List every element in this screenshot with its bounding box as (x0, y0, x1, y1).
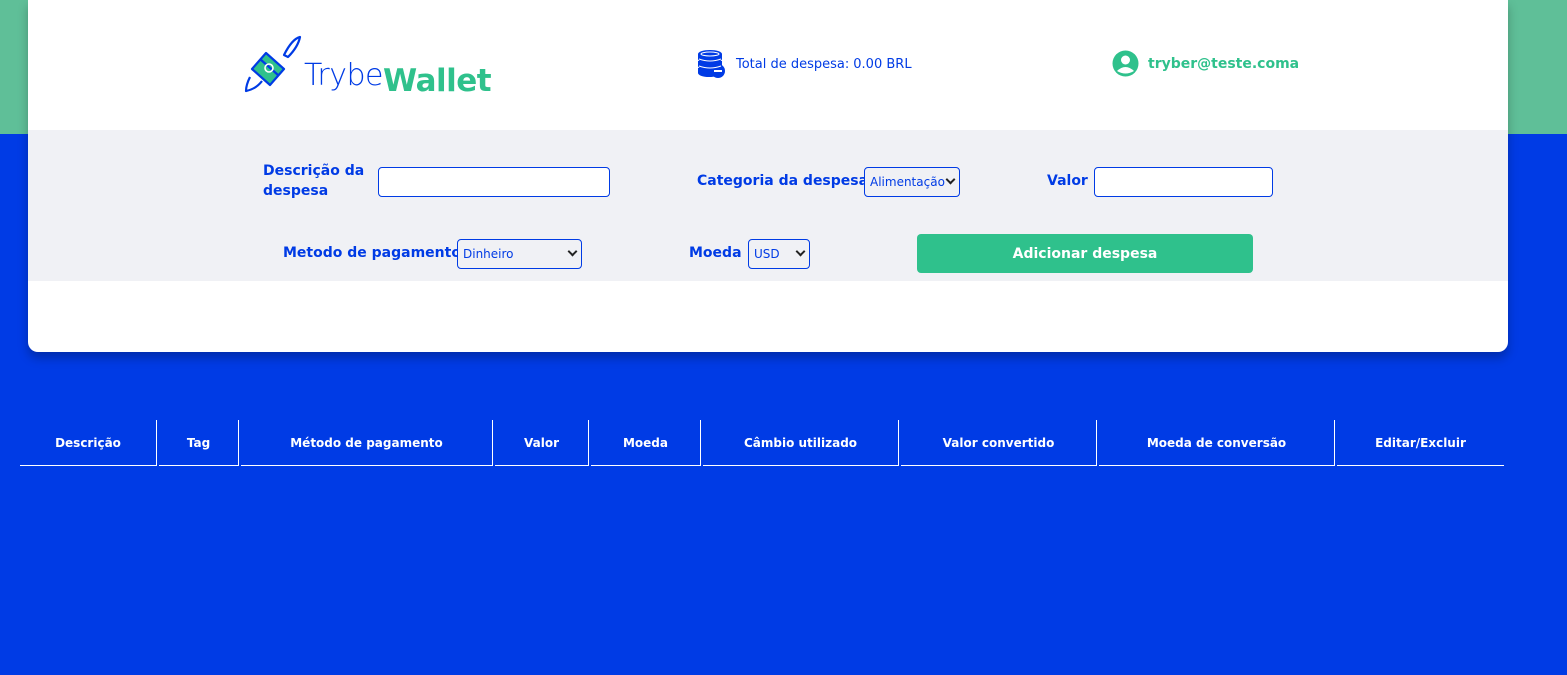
header-cell-conversion-currency: Moeda de conversão (1099, 420, 1335, 466)
wallet-logo-icon (244, 35, 302, 93)
value-input[interactable] (1094, 167, 1273, 197)
header-cell-payment-method: Método de pagamento (241, 420, 493, 466)
header-cell-currency: Moeda (591, 420, 701, 466)
user-info: tryber@teste.coma (1112, 50, 1299, 77)
payment-selected: Dinheiro (463, 247, 514, 261)
header-cell-value: Valor (495, 420, 589, 466)
user-avatar-icon (1112, 50, 1139, 77)
header-cell-tag: Tag (159, 420, 239, 466)
logo-trybe-text: Trybe (304, 58, 384, 93)
expense-form: Descrição da despesa Categoria da despes… (28, 130, 1508, 281)
total-expense: Total de despesa: 0.00 BRL (696, 48, 912, 80)
header-cell-edit-delete: Editar/Excluir (1337, 420, 1504, 466)
currency-select[interactable]: USD (748, 239, 810, 269)
description-label: Descrição da despesa (263, 163, 365, 199)
chevron-down-icon (945, 174, 956, 185)
payment-select[interactable]: Dinheiro (457, 239, 582, 269)
total-currency: BRL (886, 56, 912, 72)
description-input[interactable] (378, 167, 610, 197)
coins-icon (698, 50, 725, 78)
payment-label: Metodo de pagamento (283, 245, 461, 261)
chevron-down-icon (795, 246, 806, 257)
header-cell-converted-value: Valor convertido (901, 420, 1097, 466)
currency-selected: USD (754, 247, 780, 261)
total-label: Total de despesa: (736, 56, 850, 72)
trybe-wallet-logo: TrybeWallet (244, 33, 492, 97)
header-cell-description: Descrição (20, 420, 157, 466)
value-label: Valor (1047, 173, 1088, 189)
logo-wallet-text: Wallet (383, 63, 492, 99)
total-value: 0.00 (853, 56, 883, 72)
add-expense-button[interactable]: Adicionar despesa (917, 234, 1253, 273)
category-label: Categoria da despesa (697, 173, 869, 189)
expenses-table-header: Descrição Tag Método de pagamento Valor … (20, 420, 1504, 466)
chevron-down-icon (567, 246, 578, 257)
header-card: TrybeWallet Total de despesa: 0.00 BRL t… (28, 0, 1508, 352)
header-cell-exchange-rate: Câmbio utilizado (703, 420, 899, 466)
currency-label: Moeda (689, 245, 742, 261)
category-selected: Alimentação (870, 175, 945, 189)
category-select[interactable]: Alimentação (864, 167, 960, 197)
user-email: tryber@teste.coma (1148, 55, 1300, 72)
